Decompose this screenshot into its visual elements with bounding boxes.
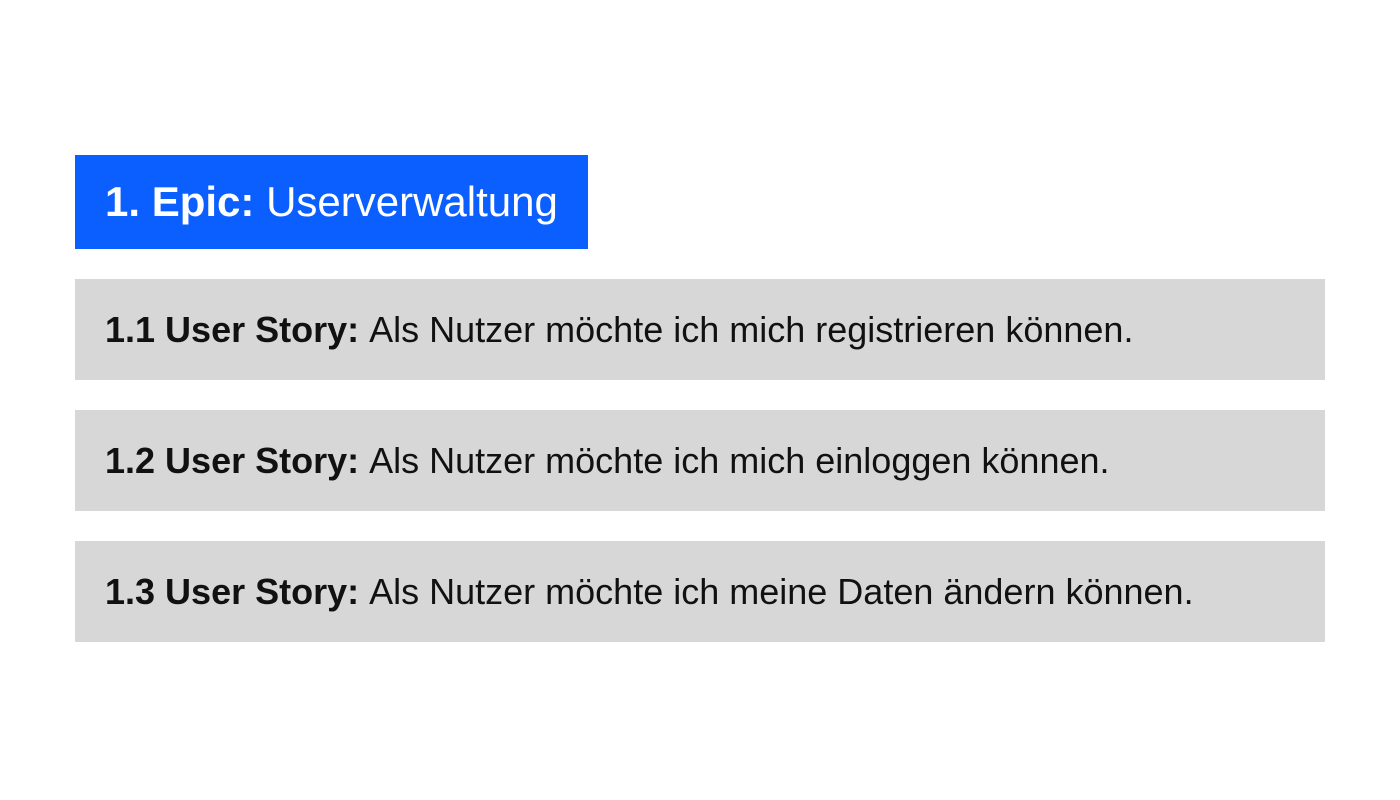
epic-title: Userverwaltung xyxy=(266,178,558,225)
user-story-row: 1.3 User Story: Als Nutzer möchte ich me… xyxy=(75,541,1325,642)
story-description: Als Nutzer möchte ich meine Daten ändern… xyxy=(369,571,1193,612)
story-label: 1.1 User Story: xyxy=(105,309,369,350)
story-label: 1.3 User Story: xyxy=(105,571,369,612)
story-label: 1.2 User Story: xyxy=(105,440,369,481)
user-story-row: 1.2 User Story: Als Nutzer möchte ich mi… xyxy=(75,410,1325,511)
epic-label: 1. Epic: xyxy=(105,178,266,225)
story-description: Als Nutzer möchte ich mich registrieren … xyxy=(369,309,1133,350)
epic-header: 1. Epic: Userverwaltung xyxy=(75,155,588,249)
user-story-row: 1.1 User Story: Als Nutzer möchte ich mi… xyxy=(75,279,1325,380)
story-description: Als Nutzer möchte ich mich einloggen kön… xyxy=(369,440,1109,481)
